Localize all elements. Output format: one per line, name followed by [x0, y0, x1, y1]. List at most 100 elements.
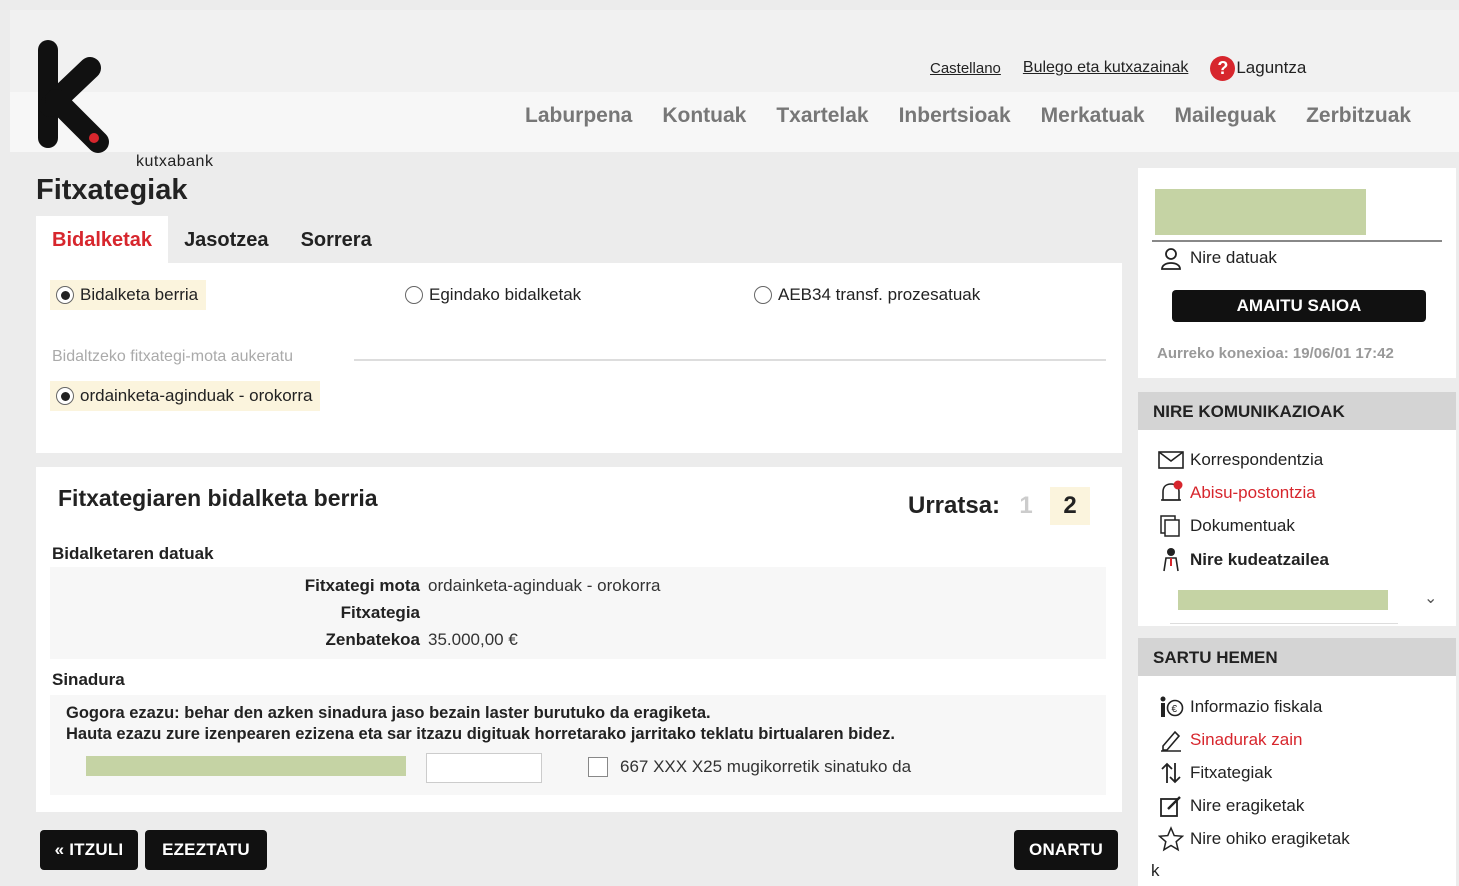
- row-label: Fitxategi mota: [304, 576, 420, 595]
- sidebar-item-informazio-fiskala[interactable]: € Informazio fiskala: [1158, 694, 1322, 720]
- pen-icon: [1158, 727, 1184, 753]
- sidebar-item-label: Nire kudeatzailea: [1190, 550, 1329, 569]
- signature-heading: Sinadura: [52, 670, 125, 689]
- cancel-button[interactable]: EZEZTATU: [145, 830, 267, 870]
- shipment-options-panel: Bidalketa berria Egindako bidalketak AEB…: [36, 263, 1122, 453]
- enter-here-heading: SARTU HEMEN: [1138, 638, 1456, 676]
- radio-aeb34-label: AEB34 transf. prozesatuak: [778, 285, 981, 304]
- sidebar-item-ohiko-eragiketak[interactable]: Nire ohiko eragiketak: [1158, 826, 1350, 852]
- file-type-legend: Bidaltzeko fitxategi-mota aukeratu: [52, 348, 294, 365]
- nav-inbertsioak[interactable]: Inbertsioak: [899, 104, 1011, 128]
- logout-button[interactable]: AMAITU SAIOA: [1172, 290, 1426, 322]
- page-title: Fitxategiak: [36, 174, 188, 206]
- enter-here-box: € Informazio fiskala Sinadurak zain Fitx…: [1138, 676, 1456, 886]
- nav-txartelak[interactable]: Txartelak: [776, 104, 868, 128]
- radio-done-shipments[interactable]: Egindako bidalketak: [399, 280, 589, 310]
- sidebar-item-label: Sinadurak zain: [1190, 730, 1303, 749]
- tab-jasotzea[interactable]: Jasotzea: [168, 216, 285, 264]
- radio-empty-icon: [754, 286, 772, 304]
- signature-note-1: Gogora ezazu: behar den azken sinadura j…: [66, 704, 711, 722]
- sidebar-item-fitxategiak[interactable]: Fitxategiak: [1158, 760, 1272, 786]
- row-label: Fitxategia: [340, 603, 420, 622]
- top-links: Castellano Bulego eta kutxazainak ? Lagu…: [930, 55, 1307, 81]
- mobile-sign-checkbox[interactable]: 667 XXX X25 mugikorretik sinatuko da: [588, 757, 911, 777]
- sidebar-item-label: Abisu-postontzia: [1190, 483, 1316, 502]
- sidebar-item-label: Informazio fiskala: [1190, 697, 1323, 716]
- sidebar-item-abisu[interactable]: Abisu-postontzia: [1158, 480, 1316, 506]
- signature-code-input[interactable]: [426, 753, 542, 783]
- radio-selected-icon: [56, 286, 74, 304]
- step-label: Urratsa:: [908, 492, 1001, 519]
- documents-icon: [1158, 513, 1184, 539]
- step-2-current: 2: [1050, 487, 1091, 525]
- checkbox-icon: [588, 757, 608, 777]
- signature-box: Gogora ezazu: behar den azken sinadura j…: [50, 695, 1106, 795]
- tab-bidalketak[interactable]: Bidalketak: [36, 216, 169, 264]
- sidebar-item-label: Nire eragiketak: [1190, 796, 1305, 815]
- radio-aeb34[interactable]: AEB34 transf. prozesatuak: [748, 280, 988, 310]
- star-icon: [1158, 826, 1184, 852]
- help-link[interactable]: ? Laguntza: [1210, 55, 1307, 81]
- legend-divider: [354, 359, 1106, 361]
- nav-laburpena[interactable]: Laburpena: [525, 104, 632, 128]
- fiscal-info-icon: €: [1158, 694, 1184, 720]
- radio-empty-icon: [405, 286, 423, 304]
- user-name-redacted: [1155, 189, 1366, 235]
- signature-alias-redacted[interactable]: [86, 756, 406, 776]
- main-nav: Laburpena Kontuak Txartelak Inbertsioak …: [510, 104, 1426, 128]
- sidebar-item-label: Fitxategiak: [1190, 763, 1273, 782]
- file-type-label: ordainketa-aginduak - orokorra: [80, 386, 313, 405]
- kutxabank-logo[interactable]: kutxabank: [36, 38, 216, 170]
- shipment-data-table: Fitxategi mota ordainketa-aginduak - oro…: [50, 567, 1106, 659]
- transfer-arrows-icon: [1158, 760, 1184, 786]
- user-panel: Nire datuak AMAITU SAIOA Aurreko konexio…: [1138, 168, 1456, 378]
- radio-new-shipment[interactable]: Bidalketa berria: [50, 280, 207, 310]
- manager-select[interactable]: [1170, 586, 1398, 624]
- accept-button[interactable]: ONARTU: [1014, 830, 1118, 870]
- wizard-title: Fitxategiaren bidalketa berria: [58, 485, 378, 511]
- signature-note-2: Hauta ezazu zure izenpearen ezizena eta …: [66, 725, 895, 743]
- help-icon: ?: [1210, 55, 1236, 81]
- table-row: Fitxategi mota ordainketa-aginduak - oro…: [50, 576, 1106, 598]
- sidebar-item-dokumentuak[interactable]: Dokumentuak: [1158, 513, 1295, 539]
- svg-text:€: €: [1172, 704, 1178, 715]
- edit-icon: [1158, 793, 1184, 819]
- radio-done-shipments-label: Egindako bidalketak: [429, 285, 582, 304]
- row-value: ordainketa-aginduak - orokorra: [428, 576, 661, 595]
- radio-file-type-orokorra[interactable]: ordainketa-aginduak - orokorra: [50, 381, 321, 411]
- nav-merkatuak[interactable]: Merkatuak: [1041, 104, 1145, 128]
- language-link[interactable]: Castellano: [930, 60, 1001, 77]
- new-shipment-panel: Fitxategiaren bidalketa berria Urratsa: …: [36, 467, 1122, 812]
- tab-sorrera[interactable]: Sorrera: [285, 216, 388, 264]
- offices-link[interactable]: Bulego eta kutxazainak: [1023, 59, 1188, 77]
- header: kutxabank Castellano Bulego eta kutxazai…: [10, 10, 1459, 170]
- manager-name-redacted: [1178, 590, 1388, 610]
- row-value: 35.000,00 €: [428, 630, 518, 649]
- sidebar-item-korrespondentzia[interactable]: Korrespondentzia: [1158, 447, 1323, 473]
- my-data-label: Nire datuak: [1190, 248, 1277, 267]
- nav-kontuak[interactable]: Kontuak: [662, 104, 746, 128]
- sidebar-item-label: Korrespondentzia: [1190, 450, 1324, 469]
- my-data-link[interactable]: Nire datuak: [1158, 245, 1277, 271]
- sidebar-trailing-text: k: [1151, 861, 1160, 880]
- back-button[interactable]: « ITZULI: [40, 830, 138, 870]
- communications-box: Korrespondentzia Abisu-postontzia Dokume…: [1138, 430, 1456, 626]
- nav-zerbitzuak[interactable]: Zerbitzuak: [1306, 104, 1411, 128]
- radio-new-shipment-label: Bidalketa berria: [80, 285, 199, 304]
- sidebar-item-sinadurak-zain[interactable]: Sinadurak zain: [1158, 727, 1302, 753]
- help-label: Laguntza: [1236, 58, 1307, 77]
- nav-maileguak[interactable]: Maileguak: [1175, 104, 1277, 128]
- radio-selected-icon: [56, 387, 74, 405]
- last-login: Aurreko konexioa: 19/06/01 17:42: [1157, 345, 1394, 362]
- chevron-down-icon[interactable]: ⌄: [1424, 588, 1437, 608]
- envelope-icon: [1158, 447, 1184, 473]
- user-icon: [1158, 245, 1184, 271]
- sidebar-item-nire-eragiketak[interactable]: Nire eragiketak: [1158, 793, 1304, 819]
- signature-instructions: Gogora ezazu: behar den azken sinadura j…: [66, 703, 895, 745]
- sidebar-item-label: Dokumentuak: [1190, 516, 1295, 535]
- sidebar-item-kudeatzailea[interactable]: Nire kudeatzailea: [1158, 547, 1329, 573]
- step-1: 1: [1019, 492, 1033, 519]
- step-indicator: Urratsa: 1 2: [908, 487, 1091, 525]
- manager-icon: [1158, 547, 1184, 573]
- tab-bar: Bidalketak Jasotzea Sorrera: [36, 216, 388, 264]
